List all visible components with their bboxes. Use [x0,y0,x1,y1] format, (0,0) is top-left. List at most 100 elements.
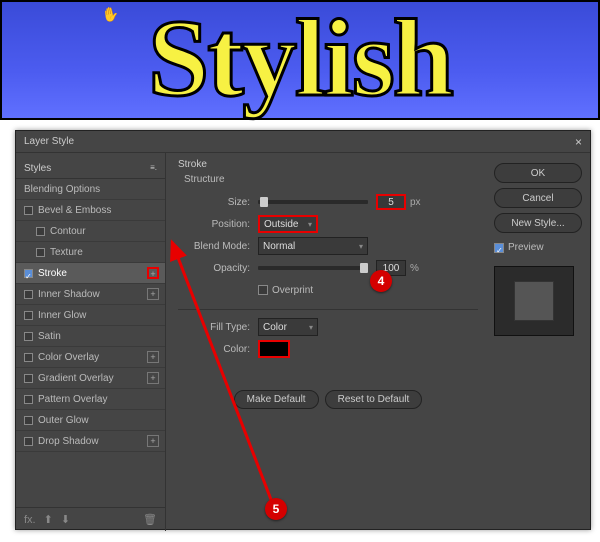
label-texture: Texture [50,242,83,263]
annotation-badge-4: 4 [370,270,392,292]
dialog-titlebar: Layer Style × [16,131,590,153]
checkbox-stroke[interactable] [24,269,33,278]
close-icon[interactable]: × [575,131,582,152]
right-panel: OK Cancel New Style... Preview [490,153,590,531]
color-label: Color: [178,344,258,355]
plus-icon[interactable]: + [147,267,159,279]
opacity-slider[interactable] [258,266,368,270]
size-slider[interactable] [258,200,368,204]
plus-icon[interactable]: + [147,372,159,384]
label-inner-shadow: Inner Shadow [38,284,100,305]
default-buttons: Make Default Reset to Default [178,390,478,409]
canvas-preview: Stylish ✋ [0,0,600,120]
checkbox-drop-shadow[interactable] [24,437,33,446]
arrow-down-icon[interactable]: ⬇ [61,513,70,526]
style-row-inner-glow[interactable]: Inner Glow [16,305,165,326]
blend-value: Normal [263,241,295,252]
overprint-row: Overprint [178,279,478,301]
opacity-unit: % [410,263,419,274]
layer-style-dialog: Layer Style × Styles ≡. Blending Options… [15,130,591,530]
blend-row: Blend Mode: Normal ▾ [178,235,478,257]
label-stroke: Stroke [38,263,67,284]
blend-label: Blend Mode: [178,241,258,252]
size-label: Size: [178,197,258,208]
blending-options-label: Blending Options [24,179,100,200]
preview-label: Preview [508,242,544,253]
preview-toggle[interactable]: Preview [494,242,582,253]
slider-thumb-icon[interactable] [260,197,268,207]
style-row-drop-shadow[interactable]: Drop Shadow + [16,431,165,452]
label-satin: Satin [38,326,61,347]
checkbox-bevel[interactable] [24,206,33,215]
checkbox-gradient-overlay[interactable] [24,374,33,383]
style-row-gradient-overlay[interactable]: Gradient Overlay + [16,368,165,389]
label-outer-glow: Outer Glow [38,410,89,431]
styles-menu-icon[interactable]: ≡. [150,163,157,174]
position-dropdown[interactable]: Outside ▾ [258,215,318,233]
plus-icon[interactable]: + [147,435,159,447]
style-row-color-overlay[interactable]: Color Overlay + [16,347,165,368]
checkbox-inner-glow[interactable] [24,311,33,320]
color-swatch[interactable] [258,340,290,358]
fx-icon[interactable]: fx. [24,514,36,526]
style-row-contour[interactable]: Contour [16,221,165,242]
new-style-button[interactable]: New Style... [494,213,582,233]
label-inner-glow: Inner Glow [38,305,86,326]
checkbox-satin[interactable] [24,332,33,341]
styles-header: Styles ≡. [16,159,165,179]
filltype-label: Fill Type: [178,322,258,333]
style-row-outer-glow[interactable]: Outer Glow [16,410,165,431]
style-row-pattern-overlay[interactable]: Pattern Overlay [16,389,165,410]
arrow-up-icon[interactable]: ⬆ [44,513,53,526]
size-input[interactable] [376,194,406,210]
reset-default-button[interactable]: Reset to Default [325,390,423,409]
style-row-bevel[interactable]: Bevel & Emboss [16,200,165,221]
checkbox-outer-glow[interactable] [24,416,33,425]
checkbox-contour[interactable] [36,227,45,236]
slider-thumb-icon[interactable] [360,263,368,273]
filltype-section: Fill Type: Color ▾ Color: [178,309,478,360]
filltype-dropdown[interactable]: Color ▾ [258,318,318,336]
cancel-button[interactable]: Cancel [494,188,582,208]
structure-subtitle: Structure [184,174,478,185]
label-pattern-overlay: Pattern Overlay [38,389,107,410]
make-default-button[interactable]: Make Default [234,390,319,409]
label-bevel: Bevel & Emboss [38,200,111,221]
hand-cursor-icon: ✋ [101,5,121,25]
stylish-text: Stylish [148,3,452,113]
position-row: Position: Outside ▾ [178,213,478,235]
styles-panel: Styles ≡. Blending Options Bevel & Embos… [16,153,166,531]
preview-swatch [514,281,554,321]
checkbox-pattern-overlay[interactable] [24,395,33,404]
size-unit: px [410,197,421,208]
preview-checkbox[interactable] [494,243,504,253]
checkbox-inner-shadow[interactable] [24,290,33,299]
stroke-panel: Stroke Structure Size: px Position: Outs… [166,153,490,531]
style-row-texture[interactable]: Texture [16,242,165,263]
blend-dropdown[interactable]: Normal ▾ [258,237,368,255]
chevron-down-icon: ▾ [359,242,363,251]
chevron-down-icon: ▾ [308,220,312,229]
overprint-checkbox[interactable] [258,285,268,295]
ok-button[interactable]: OK [494,163,582,183]
style-row-satin[interactable]: Satin [16,326,165,347]
label-color-overlay: Color Overlay [38,347,99,368]
style-row-inner-shadow[interactable]: Inner Shadow + [16,284,165,305]
label-drop-shadow: Drop Shadow [38,431,99,452]
position-label: Position: [178,219,258,230]
trash-icon[interactable]: 🗑 [143,513,157,526]
checkbox-color-overlay[interactable] [24,353,33,362]
filltype-row: Fill Type: Color ▾ [178,316,478,338]
blending-options-row[interactable]: Blending Options [16,179,165,200]
plus-icon[interactable]: + [147,288,159,300]
chevron-down-icon: ▾ [309,323,313,332]
stroke-title: Stroke [178,159,478,170]
label-contour: Contour [50,221,86,242]
checkbox-texture[interactable] [36,248,45,257]
opacity-label: Opacity: [178,263,258,274]
styles-header-label: Styles [24,163,51,174]
opacity-row: Opacity: % [178,257,478,279]
plus-icon[interactable]: + [147,351,159,363]
style-row-stroke[interactable]: Stroke + [16,263,165,284]
overprint-label: Overprint [272,285,313,296]
